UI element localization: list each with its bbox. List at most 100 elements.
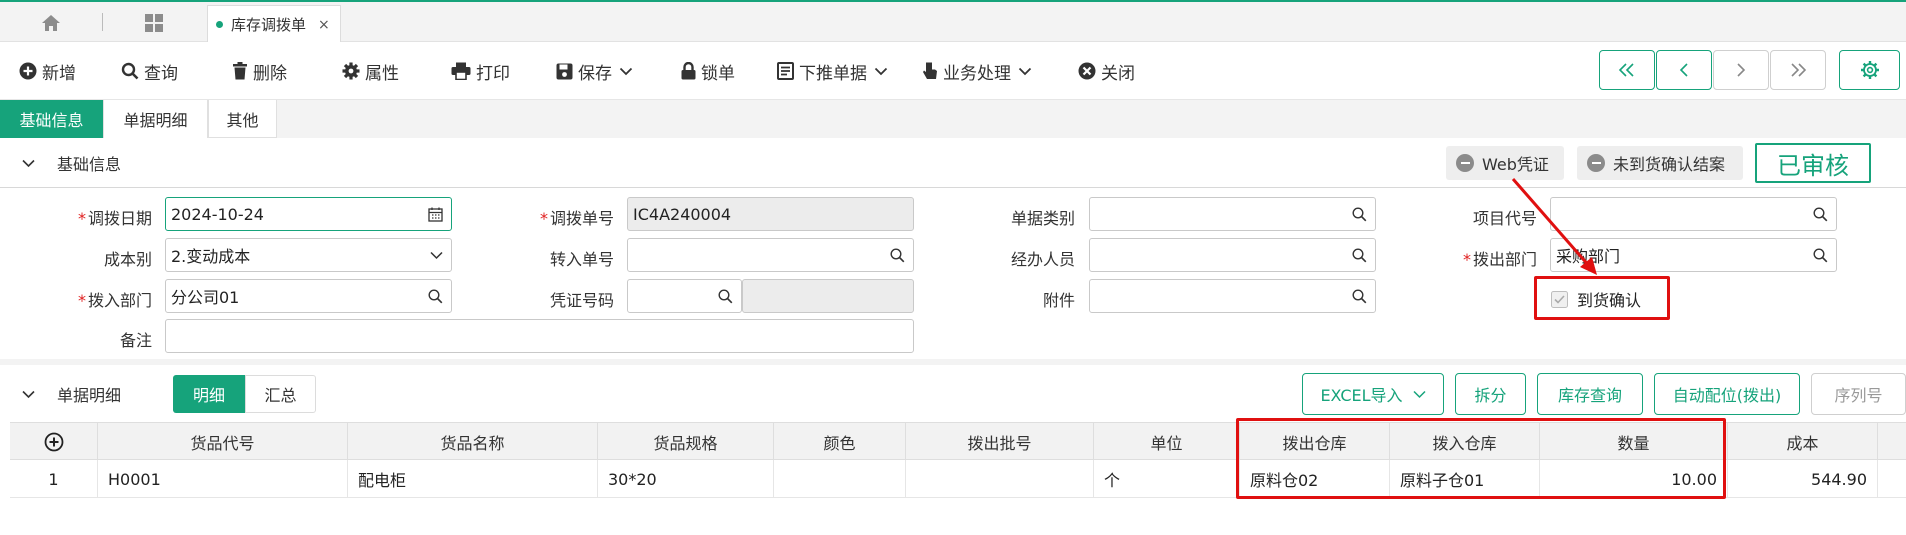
col-goods-spec[interactable]: 货品规格: [598, 423, 774, 461]
cell-goods-name[interactable]: 配电柜: [348, 460, 598, 498]
voucher-no-field[interactable]: [627, 279, 742, 313]
in-dept-field[interactable]: 分公司01: [165, 279, 452, 313]
auto-allocate-button[interactable]: 自动配位(拨出): [1654, 373, 1800, 415]
home-icon[interactable]: [34, 8, 68, 38]
highlight-warehouse-quantity: [1236, 418, 1726, 499]
annotation-arrow-icon: [1511, 178, 1597, 275]
apps-grid-icon[interactable]: [139, 8, 169, 38]
row-number: 1: [10, 460, 98, 498]
add-button[interactable]: 新增: [19, 58, 76, 84]
lock-button[interactable]: 锁单: [681, 58, 735, 84]
delete-button[interactable]: 删除: [232, 58, 287, 84]
document-list-icon: [777, 62, 794, 80]
close-button[interactable]: 关闭: [1078, 58, 1135, 84]
last-record-button[interactable]: [1770, 50, 1826, 90]
business-process-button[interactable]: 业务处理: [922, 58, 1037, 84]
trash-icon: [233, 62, 247, 80]
search-icon: [1352, 207, 1367, 222]
close-circle-icon: [1078, 62, 1096, 80]
chevron-down-icon: [874, 67, 888, 75]
double-chevron-right-icon: [1791, 63, 1807, 77]
attachment-label: 附件: [1042, 291, 1075, 310]
in-doc-no-label: 转入单号: [549, 250, 614, 269]
unconfirm-close-label: 未到货确认结案: [1613, 155, 1726, 174]
chevron-down-icon: [22, 390, 35, 398]
search-icon: [428, 289, 443, 304]
close-label: 关闭: [1101, 63, 1135, 84]
attachment-field[interactable]: [1089, 279, 1376, 313]
query-button[interactable]: 查询: [121, 58, 178, 84]
settings-button[interactable]: [1839, 50, 1900, 90]
add-row-button[interactable]: [10, 423, 98, 461]
web-voucher-label: Web凭证: [1482, 155, 1549, 174]
cell-unit[interactable]: 个: [1094, 460, 1240, 498]
doc-type-label: 单据类别: [1010, 209, 1075, 228]
col-out-batch[interactable]: 拨出批号: [906, 423, 1094, 461]
col-goods-name[interactable]: 货品名称: [348, 423, 598, 461]
split-button[interactable]: 拆分: [1455, 373, 1526, 415]
delete-label: 删除: [253, 63, 287, 84]
gear-icon: [1860, 61, 1879, 79]
serial-number-button[interactable]: 序列号: [1811, 373, 1906, 415]
voucher-no-label: 凭证号码: [549, 291, 614, 310]
divider: [102, 13, 103, 31]
handler-label: 经办人员: [1010, 250, 1075, 269]
tab-other[interactable]: 其他: [208, 100, 277, 138]
tab-inventory-transfer[interactable]: 库存调拨单 ×: [207, 5, 341, 43]
handler-field[interactable]: [1089, 238, 1376, 272]
properties-label: 属性: [365, 63, 399, 84]
calendar-icon: [428, 207, 443, 222]
tab-detail[interactable]: 单据明细: [104, 100, 208, 138]
cell-goods-spec[interactable]: 30*20: [598, 460, 774, 498]
section-tabs: 基础信息 单据明细 其他: [0, 100, 1906, 138]
properties-button[interactable]: 属性: [342, 58, 399, 84]
print-button[interactable]: 打印: [451, 58, 510, 84]
audited-status-badge: 已审核: [1755, 143, 1871, 183]
stock-query-button[interactable]: 库存查询: [1537, 373, 1643, 415]
transfer-no-field[interactable]: IC4A240004: [627, 197, 914, 231]
detail-title: 单据明细: [57, 386, 122, 405]
excel-import-button[interactable]: EXCEL导入: [1302, 373, 1444, 415]
query-label: 查询: [144, 63, 178, 84]
transfer-no-label: * 调拨单号: [539, 209, 614, 228]
next-record-button[interactable]: [1713, 50, 1769, 90]
search-icon: [890, 248, 905, 263]
col-goods-code[interactable]: 货品代号: [98, 423, 348, 461]
previous-record-button[interactable]: [1656, 50, 1712, 90]
cost-type-select[interactable]: 2.变动成本: [165, 238, 452, 272]
cell-cost[interactable]: 544.90: [1728, 460, 1878, 498]
tab-bar: 库存调拨单 ×: [0, 0, 1906, 43]
plus-circle-icon: [44, 432, 63, 452]
hand-pointer-icon: [923, 62, 937, 79]
plus-circle-icon: [19, 62, 37, 80]
tab-summary-view[interactable]: 汇总: [245, 375, 316, 413]
tab-basic-info[interactable]: 基础信息: [0, 100, 104, 138]
tab-detail-view[interactable]: 明细: [173, 375, 245, 413]
floppy-icon: [556, 63, 573, 79]
excel-import-label: EXCEL导入: [1320, 386, 1403, 405]
minus-circle-icon: [1587, 154, 1605, 172]
gear-icon: [342, 62, 360, 80]
chevron-left-icon: [1679, 63, 1688, 77]
cell-goods-code[interactable]: H0001: [98, 460, 348, 498]
active-dot-icon: [216, 21, 223, 28]
col-unit[interactable]: 单位: [1094, 423, 1240, 461]
search-icon: [121, 62, 139, 80]
col-color[interactable]: 颜色: [774, 423, 906, 461]
transfer-date-field[interactable]: 2024-10-24: [165, 197, 452, 231]
doc-type-field[interactable]: [1089, 197, 1376, 231]
divider: [0, 187, 1906, 188]
cell-out-batch[interactable]: [906, 460, 1094, 498]
basic-info-title: 基础信息: [57, 155, 122, 174]
cell-color[interactable]: [774, 460, 906, 498]
remark-field[interactable]: [165, 319, 914, 353]
in-doc-no-field[interactable]: [627, 238, 914, 272]
lock-icon: [681, 62, 696, 80]
first-record-button[interactable]: [1599, 50, 1655, 90]
save-button[interactable]: 保存: [556, 58, 638, 84]
close-tab-icon[interactable]: ×: [318, 17, 330, 33]
cost-type-label: 成本别: [103, 250, 152, 269]
push-down-button[interactable]: 下推单据: [777, 58, 893, 84]
printer-icon: [451, 62, 471, 80]
col-cost[interactable]: 成本: [1728, 423, 1878, 461]
